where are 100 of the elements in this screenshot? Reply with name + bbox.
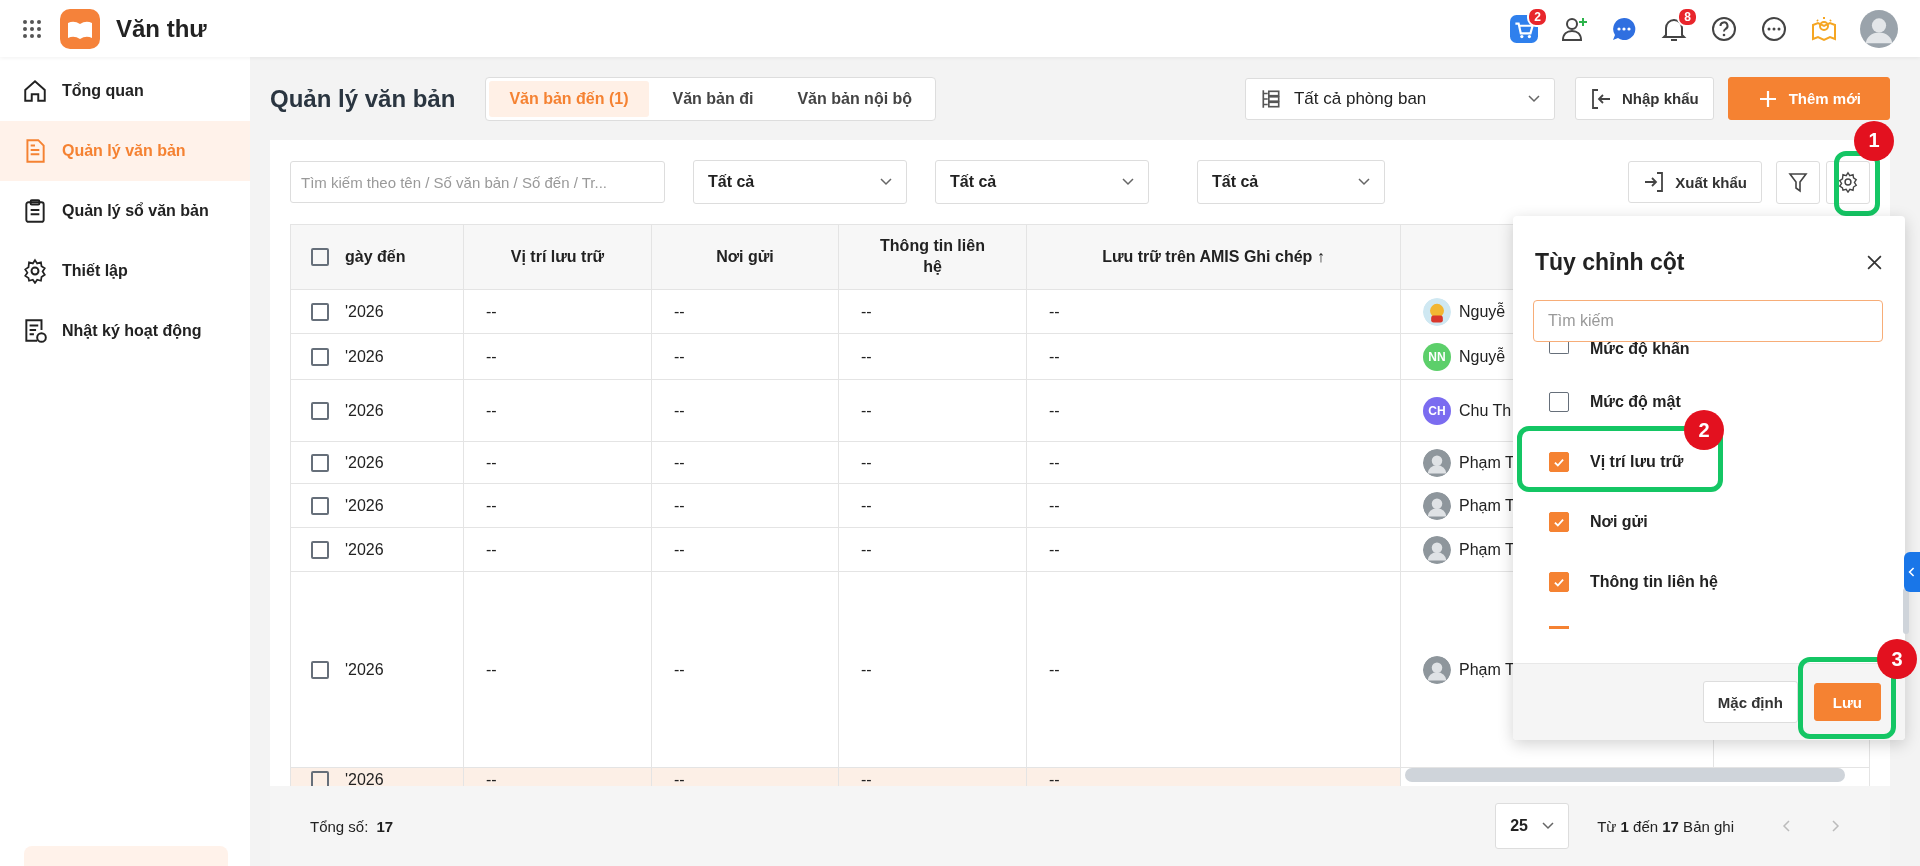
table-cell: -- [1049,302,1060,321]
avatar-icon [1423,655,1451,684]
user-avatar[interactable] [1860,9,1898,48]
sidebar-item[interactable]: Quản lý sổ văn bản [0,181,250,241]
sidebar-item[interactable]: Nhật ký hoạt động [0,301,250,361]
avatar-icon [1423,448,1451,477]
horizontal-scrollbar[interactable] [1405,768,1845,782]
department-select[interactable]: Tất cả phòng ban [1244,77,1555,120]
table-cell: -- [486,540,497,559]
clipboard-icon [22,198,48,224]
table-cell: -- [861,347,872,366]
close-icon[interactable] [1866,253,1883,271]
table-cell: -- [486,347,497,366]
initials-avatar: NN [1423,342,1451,371]
table-cell: -- [486,302,497,321]
step-badge: 2 [1684,410,1724,450]
column-header: Nơi gửi [716,246,774,267]
page-title: Quản lý văn bản [270,84,456,113]
table-cell: -- [486,453,497,472]
table-cell: '2026 [345,347,384,366]
table-cell: -- [1049,771,1060,786]
import-icon [1589,87,1612,110]
column-option-label: Vị trí lưu trữ [1590,453,1684,471]
person-name: Nguyễ [1459,302,1506,321]
column-header: Thông tin liên hệ [880,236,985,277]
table-cell: -- [486,401,497,420]
table-cell: -- [674,347,685,366]
column-checkbox[interactable] [1549,392,1569,412]
chevron-left-icon [1908,566,1916,578]
table-cell: -- [1049,540,1060,559]
filter-button[interactable] [1776,160,1820,204]
table-cell: -- [486,771,497,786]
table-cell: -- [861,496,872,515]
column-header: Lưu trữ trên AMIS Ghi chép ↑ [1102,246,1325,267]
select-all-checkbox[interactable] [311,248,329,266]
row-checkbox[interactable] [311,302,329,321]
book-logo-icon [60,8,100,49]
row-checkbox[interactable] [311,540,329,559]
tree-icon [1259,87,1282,110]
search-field[interactable]: Tìm kiếm [1533,300,1883,342]
help-icon[interactable] [1710,14,1738,43]
department-value: Tất cả phòng ban [1293,88,1427,109]
tab[interactable]: Văn bản đi [652,80,774,117]
page-size-select[interactable]: 25 [1495,803,1570,849]
filter-select[interactable]: Tất cả [1197,160,1385,204]
table-cell: -- [674,771,685,786]
log-clock-icon [22,318,48,344]
table-cell: -- [486,496,497,515]
apps-grid-icon[interactable] [22,18,42,39]
filter-select[interactable]: Tất cả [935,160,1149,204]
avatar-icon [1423,297,1451,326]
filter-select[interactable]: Tất cả [693,160,907,204]
step-badge: 1 [1854,120,1894,161]
column-header: Vị trí lưu trữ [510,246,605,267]
table-row[interactable]: '2026 -- -- -- -- [291,768,1401,786]
person-name: Phạm T [1459,453,1515,472]
column-checkbox[interactable] [1549,452,1569,472]
person-name: Phạm T [1459,660,1515,679]
collapse-tab[interactable] [1904,552,1920,592]
search-field[interactable]: Tìm kiếm theo tên / Số văn bản / Số đến / Tr... [290,161,665,203]
row-checkbox[interactable] [311,347,329,366]
avatar-icon [1423,491,1451,520]
export-button[interactable]: Xuất khẩu [1628,161,1762,203]
table-cell: '2026 [345,453,384,472]
column-option-label: Nơi gửi [1590,513,1648,531]
more-icon[interactable] [1760,14,1788,43]
table-cell: -- [861,540,872,559]
column-option-label: Mức độ mật [1590,393,1681,411]
column-checkbox[interactable] [1549,512,1569,532]
table-cell: '2026 [345,302,384,321]
app-title: Văn thư [116,14,207,43]
notification-badge: 2 [1527,6,1548,27]
table-cell: -- [674,302,685,321]
table-cell: -- [1049,453,1060,472]
row-checkbox[interactable] [311,453,329,472]
row-checkbox[interactable] [311,660,329,679]
row-checkbox[interactable] [311,401,329,420]
chevron-down-icon [880,178,892,186]
import-button[interactable]: Nhập khẩu [1574,77,1714,120]
chevron-down-icon [1527,94,1540,103]
vertical-scrollbar[interactable] [1903,588,1909,634]
default-button[interactable]: Mặc định [1702,681,1798,723]
column-checkbox[interactable] [1549,572,1569,592]
table-cell: -- [861,660,872,679]
chevron-down-icon [1358,178,1370,186]
table-cell: -- [486,660,497,679]
column-checkbox[interactable] [1549,342,1569,354]
record-range: Từ 1 đến 17 Bản ghi [1597,817,1734,835]
tab[interactable]: Văn bản nội bộ [777,80,933,117]
sidebar-item[interactable]: Thiết lập [0,241,250,301]
table-cell: -- [1049,660,1060,679]
panel-title: Tùy chỉnh cột [1535,248,1685,276]
home-icon [22,78,48,104]
row-checkbox[interactable] [311,496,329,515]
filter-icon [1787,171,1809,193]
table-cell: -- [674,496,685,515]
sidebar-item[interactable]: Tổng quan [0,61,250,121]
person-name: Nguyễ [1459,347,1506,366]
export-icon [1643,171,1666,193]
table-cell: -- [861,401,872,420]
